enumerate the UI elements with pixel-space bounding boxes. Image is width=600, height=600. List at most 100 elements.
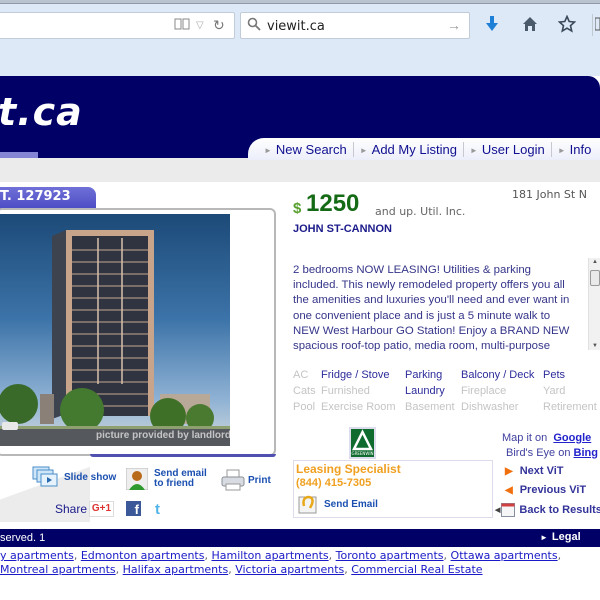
amenity-pets: Pets — [543, 369, 566, 381]
copyright: served. 1 — [0, 532, 46, 544]
previous-vit-link[interactable]: ◀ Previous ViT — [505, 484, 586, 496]
description-scrollbar[interactable]: ▲ ▼ — [588, 258, 600, 350]
city-link[interactable]: Halifax apartments — [123, 563, 229, 576]
amenity-cats: Cats — [293, 385, 316, 397]
reload-icon[interactable]: ↻ — [213, 17, 225, 34]
amenity-retirement: Retirement — [543, 401, 597, 413]
address: 181 John St N — [512, 188, 587, 201]
listing-photo[interactable] — [0, 214, 230, 446]
svg-text:GREENWIN: GREENWIN — [351, 451, 373, 456]
amenity-dishwasher: Dishwasher — [461, 401, 519, 413]
amenity-fridge-stove: Fridge / Stove — [321, 369, 390, 381]
amenity-basement: Basement — [405, 401, 455, 413]
site-logo[interactable]: t.ca — [0, 90, 83, 134]
reader-view-icon[interactable] — [174, 17, 190, 34]
friend-avatar-icon — [126, 468, 148, 490]
dropdown-icon[interactable]: ▽ — [196, 20, 204, 31]
tab-strip-edge — [0, 0, 600, 4]
listing-id-tab: T. 127923 — [0, 187, 96, 209]
send-email-to-friend-button[interactable]: Send email to friend — [126, 468, 207, 490]
amenities-row: Pool Exercise Room Basement Dishwasher R… — [293, 401, 600, 417]
nav-add-my-listing[interactable]: ► Add My Listing — [354, 141, 464, 157]
price-currency: $ — [293, 200, 302, 217]
city-link[interactable]: Ottawa apartments — [451, 549, 558, 562]
building-name: JOHN ST-CANNON — [293, 223, 393, 235]
scroll-thumb[interactable] — [590, 270, 600, 286]
slideshow-button[interactable]: Slide show — [32, 466, 116, 488]
amenity-laundry: Laundry — [405, 385, 445, 397]
amenity-furnished: Furnished — [321, 385, 370, 397]
back-arrow-icon: ◀ — [495, 507, 501, 514]
city-link[interactable]: Commercial Real Estate — [351, 563, 482, 576]
next-vit-link[interactable]: ▶ Next ViT — [505, 465, 564, 477]
print-button[interactable]: Print — [221, 469, 271, 491]
contact-title: Leasing Specialist — [296, 462, 401, 476]
go-arrow-icon[interactable]: → — [447, 17, 461, 33]
building-illustration — [0, 230, 230, 446]
city-link[interactable]: Toronto apartments — [336, 549, 444, 562]
description: 2 bedrooms NOW LEASING! Utilities & park… — [293, 264, 570, 351]
scroll-up-icon[interactable]: ▲ — [592, 259, 598, 265]
nav-strip — [0, 158, 600, 182]
arrow-icon: ► — [469, 145, 478, 155]
city-link[interactable]: Edmonton apartments — [81, 549, 205, 562]
google-map-link[interactable]: Google — [553, 432, 591, 444]
twitter-icon[interactable]: t — [155, 501, 160, 518]
amenity-ac: AC — [293, 369, 309, 381]
amenity-fireplace: Fireplace — [461, 385, 507, 397]
photo-frame-accent — [90, 454, 276, 457]
amenities-grid: AC Fridge / Stove Parking Balcony / Deck… — [293, 369, 600, 417]
photo-caption: picture provided by landlord — [96, 430, 232, 441]
scroll-down-icon[interactable]: ▼ — [592, 343, 598, 349]
printer-icon — [221, 469, 245, 491]
home-icon[interactable] — [520, 14, 540, 34]
amenity-balcony-deck: Balcony / Deck — [461, 369, 535, 381]
city-link[interactable]: y apartments — [0, 549, 74, 562]
company-logo: GREENWIN — [349, 427, 376, 459]
arrow-icon: ► — [540, 533, 548, 542]
send-email-button[interactable]: Send Email — [298, 494, 378, 514]
search-icon — [247, 17, 261, 31]
amenity-exercise-room: Exercise Room — [321, 401, 396, 413]
next-arrow-icon: ▶ — [505, 465, 513, 477]
browser-toolbar: ▽ ↻ viewit.ca → — [0, 0, 600, 76]
arrow-icon: ► — [359, 145, 368, 155]
contact-phone[interactable]: (844) 415-7305 — [296, 477, 371, 489]
facebook-icon[interactable]: f — [126, 501, 141, 517]
share-label: Share — [55, 502, 88, 516]
email-icon — [298, 495, 317, 514]
bookmark-star-icon[interactable] — [557, 14, 577, 34]
amenity-parking: Parking — [405, 369, 443, 381]
footer-bar — [0, 529, 600, 547]
city-links: y apartments, Edmonton apartments, Hamil… — [0, 549, 562, 576]
google-plus-button[interactable]: G+1 — [89, 501, 114, 517]
main-nav: ► New Search ► Add My Listing ► User Login … — [248, 138, 600, 160]
amenity-yard: Yard — [543, 385, 566, 397]
library-icon[interactable] — [594, 14, 600, 34]
map-links: Map it on Google Bird's Eye on Bing — [502, 432, 598, 459]
address-bar[interactable]: ▽ ↻ — [0, 12, 235, 39]
amenities-row: Cats Furnished Laundry Fireplace Yard — [293, 385, 600, 401]
city-link[interactable]: Hamilton apartments — [211, 549, 328, 562]
toolbar-separator — [592, 14, 593, 36]
price: 1250 — [306, 190, 360, 217]
arrow-icon: ► — [264, 145, 272, 155]
results-calendar-icon — [501, 503, 516, 517]
nav-user-login[interactable]: ► User Login — [464, 141, 552, 157]
download-icon[interactable] — [482, 14, 502, 34]
arrow-icon: ► — [557, 145, 566, 155]
amenities-row: AC Fridge / Stove Parking Balcony / Deck… — [293, 369, 600, 385]
nav-new-search[interactable]: ► New Search — [258, 141, 354, 157]
legal-link[interactable]: ► Legal — [540, 531, 581, 543]
price-note: and up. Util. Inc. — [375, 205, 466, 218]
amenity-pool: Pool — [293, 401, 316, 413]
search-bar[interactable]: viewit.ca → — [240, 12, 470, 39]
city-link[interactable]: Victoria apartments — [235, 563, 344, 576]
back-to-results-link[interactable]: ◀ Back to Results — [495, 503, 600, 517]
city-link[interactable]: Montreal apartments — [0, 563, 116, 576]
bing-birds-eye-link[interactable]: Bing — [574, 447, 598, 459]
nav-info[interactable]: ► Info — [552, 142, 598, 157]
slideshow-icon — [32, 466, 58, 487]
search-input[interactable]: viewit.ca — [267, 19, 325, 34]
previous-arrow-icon: ◀ — [505, 484, 513, 496]
